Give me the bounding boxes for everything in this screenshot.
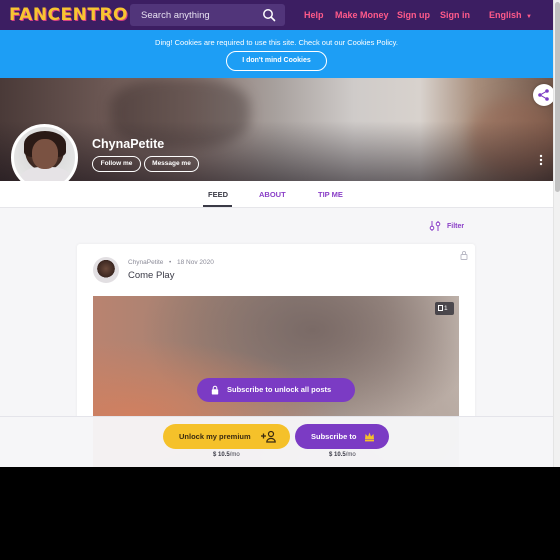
profile-cover-image [0,78,553,181]
share-button[interactable] [533,84,553,106]
lock-icon [211,385,219,395]
more-options-icon[interactable] [539,154,543,166]
post-author-avatar[interactable] [93,257,119,283]
page-viewport: FANCENTRO Search anything Help Make Mone… [0,0,553,467]
filter-label: Filter [447,222,465,230]
sign-up-link[interactable]: Sign up [397,10,430,20]
gallery-icon [438,305,443,311]
search-placeholder: Search anything [141,9,210,21]
search-icon[interactable] [262,8,276,22]
subscribe-price: $ 10.5/mo [329,452,356,458]
post-author[interactable]: ChynaPetite [128,259,163,266]
page-scrollbar[interactable] [553,0,560,467]
accept-cookies-button[interactable]: I don't mind Cookies [226,51,327,71]
profile-name: ChynaPetite [92,137,165,151]
premium-label: Unlock my premium [179,432,251,441]
tab-about[interactable]: ABOUT [259,190,286,199]
subscribe-to-unlock-button[interactable]: Subscribe to unlock all posts [197,378,355,402]
crown-icon [365,432,374,442]
post-title: Come Play [128,270,175,281]
media-count-badge: 1 [435,302,454,315]
cookie-banner: Ding! Cookies are required to use this s… [0,30,553,78]
post-meta-separator: • [169,259,172,266]
language-selector[interactable]: English ▼ [489,10,532,20]
media-count: 1 [444,305,448,312]
make-money-link[interactable]: Make Money [335,10,389,20]
active-tab-indicator [203,205,232,207]
search-input[interactable]: Search anything [130,4,285,26]
premium-price: $ 10.5/mo [213,452,240,458]
scrollbar-thumb[interactable] [555,2,560,192]
help-link[interactable]: Help [304,10,324,20]
chevron-down-icon: ▼ [526,14,532,20]
fancentro-logo[interactable]: FANCENTRO [9,5,128,25]
add-user-icon [261,430,276,443]
sign-in-link[interactable]: Sign in [440,10,470,20]
unlock-premium-button[interactable]: Unlock my premium [163,424,290,449]
filter-icon [429,221,441,231]
follow-button[interactable]: Follow me [92,156,141,172]
tab-feed[interactable]: FEED [208,190,228,199]
share-icon [538,89,549,101]
unlock-label: Subscribe to unlock all posts [227,385,332,394]
post-date: 18 Nov 2020 [177,259,214,266]
subscribe-button[interactable]: Subscribe to [295,424,389,449]
top-navigation: FANCENTRO Search anything Help Make Mone… [0,0,553,30]
subscribe-label: Subscribe to [311,432,357,441]
profile-tabs: FEED ABOUT TIP ME [0,181,553,208]
language-label: English [489,10,522,20]
lock-icon [460,251,468,260]
filter-button[interactable]: Filter [429,220,464,232]
tab-tip-me[interactable]: TIP ME [318,190,343,199]
message-button[interactable]: Message me [144,156,199,172]
cookie-message: Ding! Cookies are required to use this s… [155,38,398,47]
